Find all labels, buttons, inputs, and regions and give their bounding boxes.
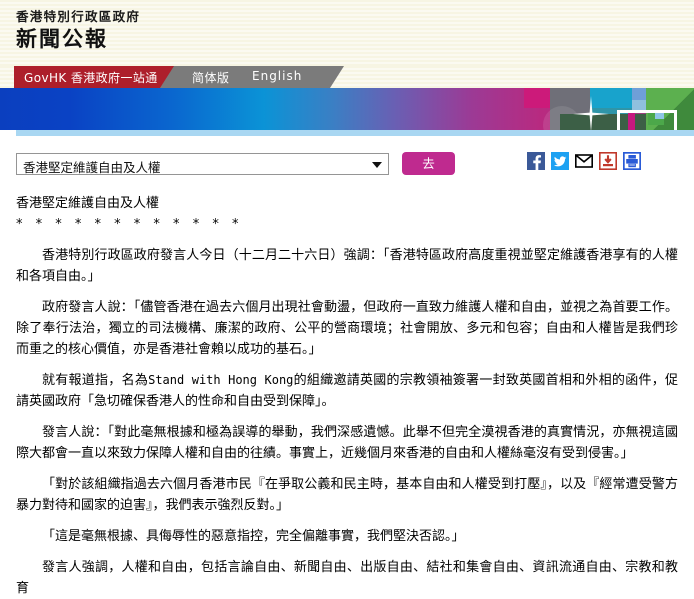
article-title: 香港堅定維護自由及人權: [16, 193, 678, 214]
masthead: 香港特別行政區政府 新聞公報: [0, 0, 694, 66]
download-icon[interactable]: [599, 152, 617, 170]
banner-block-light-blue: [632, 88, 646, 100]
banner-block-pink: [524, 88, 550, 108]
tab-govhk-label[interactable]: GovHK 香港政府一站通: [24, 69, 158, 86]
masthead-inner: 香港特別行政區政府 新聞公報: [0, 0, 694, 53]
article-separator: * * * * * * * * * * * *: [16, 214, 678, 235]
go-button[interactable]: 去: [402, 152, 455, 175]
article-paragraph-4: 發言人說：「對此毫無根據和極為誤導的舉動，我們深感遺憾。此舉不但完全漠視香港的真…: [16, 422, 678, 464]
banner-spacer: [0, 137, 694, 151]
banner-underline: [0, 130, 694, 137]
chevron-down-icon[interactable]: [372, 162, 382, 168]
decorative-banner: [0, 88, 694, 130]
article-body: 香港堅定維護自由及人權 * * * * * * * * * * * * 香港特別…: [0, 185, 694, 599]
facebook-icon[interactable]: [527, 152, 545, 170]
tab-strip: GovHK 香港政府一站通 简体版 English: [0, 66, 694, 88]
article-paragraph-7: 發言人強調，人權和自由，包括言論自由、新聞自由、出版自由、結社和集會自由、資訊流…: [16, 557, 678, 599]
control-row: 香港堅定維護自由及人權 去: [0, 151, 694, 185]
news-select[interactable]: 香港堅定維護自由及人權: [16, 153, 389, 175]
org-name: 香港特別行政區政府: [16, 9, 694, 25]
banner-frame-blue-square: [655, 113, 664, 119]
banner-block-cyan: [590, 88, 632, 108]
article-paragraph-1: 香港特別行政區政府發言人今日（十二月二十六日）強調：「香港特區政府高度重視並堅定…: [16, 245, 678, 287]
social-share-row: [527, 152, 641, 170]
print-icon[interactable]: [623, 152, 641, 170]
banner-white-frame: [617, 110, 677, 130]
news-select-value: 香港堅定維護自由及人權: [23, 157, 161, 176]
banner-frame-magenta-bar: [628, 113, 635, 130]
email-icon[interactable]: [575, 152, 593, 170]
article-paragraph-3-organization: Stand with Hong Kong: [148, 373, 293, 387]
tab-simplified-chinese[interactable]: 简体版: [192, 69, 230, 86]
publication-name: 新聞公報: [16, 26, 694, 53]
article-paragraph-3-prefix: 就有報道指，名為: [42, 373, 148, 388]
tab-english[interactable]: English: [252, 69, 302, 83]
twitter-icon[interactable]: [551, 152, 569, 170]
article-paragraph-2: 政府發言人說：「儘管香港在過去六個月出現社會動盪，但政府一直致力維護人權和自由，…: [16, 297, 678, 360]
banner-block-light-blue-2: [632, 100, 646, 110]
banner-underline-bar: [16, 130, 694, 136]
article-paragraph-5: 「對於該組織指過去六個月香港市民『在爭取公義和民主時，基本自由和人權受到打壓』，…: [16, 474, 678, 516]
article-paragraph-6: 「這是毫無根據、具侮辱性的惡意指控，完全偏離事實，我們堅決否認。」: [16, 526, 678, 547]
article-paragraph-3: 就有報道指，名為Stand with Hong Kong的組織邀請英國的宗教領袖…: [16, 370, 678, 412]
